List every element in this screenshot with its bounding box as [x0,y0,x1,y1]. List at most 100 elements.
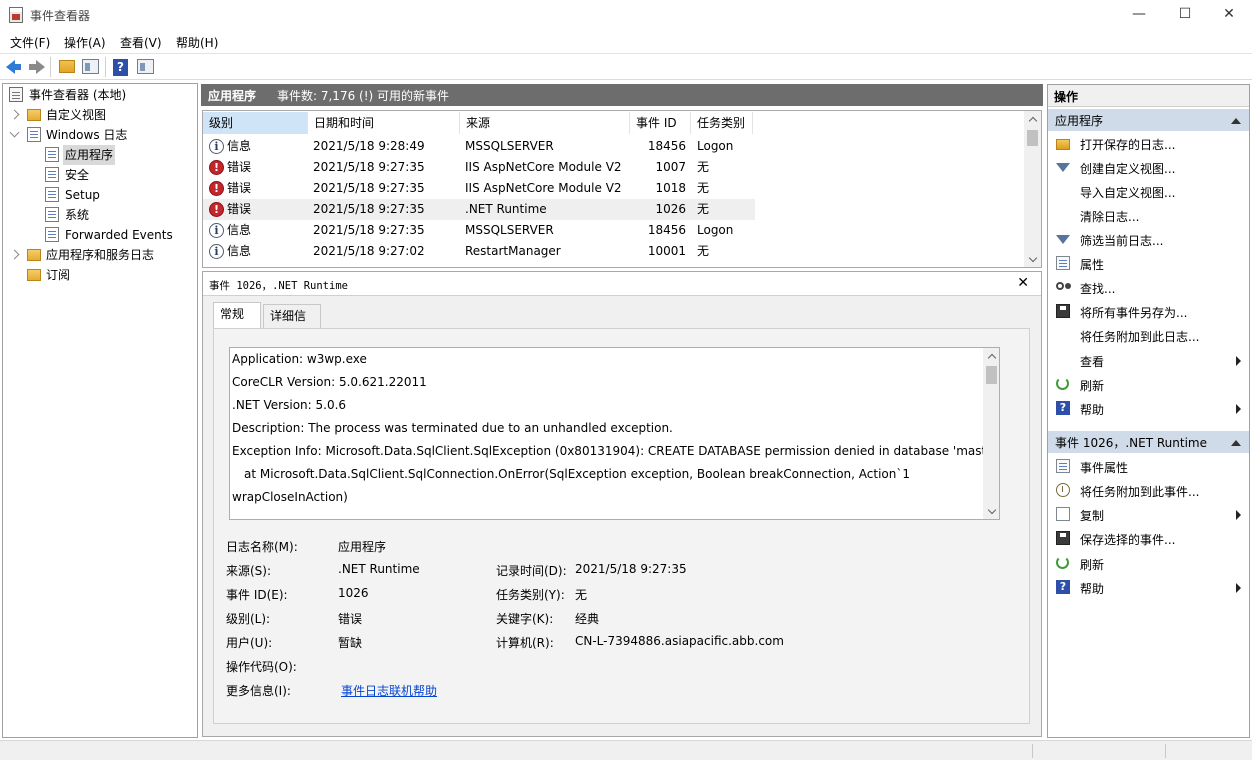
action-label: 清除日志... [1080,210,1140,224]
up-folder-icon[interactable] [59,60,75,73]
action-help[interactable]: ? 帮助 [1048,397,1249,421]
column-header-date[interactable]: 日期和时间 [308,112,460,134]
event-list-scrollbar[interactable] [1024,111,1041,267]
column-header-event-id[interactable]: 事件 ID [630,112,691,134]
tab-general[interactable]: 常规 [213,302,261,329]
action-attach-task-to-log[interactable]: 将任务附加到此日志... [1048,324,1249,348]
action-refresh[interactable]: 刷新 [1048,373,1249,397]
action-open-saved-log[interactable]: 打开保存的日志... [1048,132,1249,156]
section-label: 应用程序 [1055,114,1104,128]
action-clear-log[interactable]: 清除日志... [1048,204,1249,228]
show-hide-action-pane-icon[interactable] [137,59,154,74]
action-refresh[interactable]: 刷新 [1048,552,1249,576]
actions-section-application[interactable]: 应用程序 [1048,109,1249,131]
log-icon [45,187,59,202]
action-label: 查看 [1080,355,1105,369]
status-divider [1165,744,1166,758]
action-save-selected-events[interactable]: 保存选择的事件... [1048,527,1249,551]
back-arrow-icon[interactable] [4,57,24,77]
scroll-down-icon[interactable] [987,505,997,515]
tree-node-root[interactable]: 事件查看器 (本地) [7,85,187,105]
action-label: 将任务附加到此日志... [1080,330,1200,344]
collapse-section-icon[interactable] [1231,440,1241,446]
table-row[interactable]: i 信息 2021/5/18 9:28:49 MSSQLSERVER 18456 Logo… [203,136,755,157]
scroll-thumb[interactable] [1027,130,1038,146]
tree-node-system[interactable]: 系统 [41,205,191,225]
actions-section-event[interactable]: 事件 1026，.NET Runtime [1048,431,1249,453]
scroll-up-icon[interactable] [1028,116,1038,126]
action-create-custom-view[interactable]: 创建自定义视图... [1048,156,1249,180]
log-name-value: 应用程序 [338,540,387,554]
tree-node-forwarded-events[interactable]: Forwarded Events [41,225,191,245]
table-row[interactable]: ! 错误 2021/5/18 9:27:35 .NET Runtime 1026 无 [203,199,755,220]
action-label: 将任务附加到此事件... [1080,485,1200,499]
close-window-button[interactable]: ✕ [1206,0,1252,30]
log-name: 应用程序 [208,89,257,103]
tree-node-subscriptions[interactable]: 订阅 [25,265,175,285]
tree-node-windows-logs[interactable]: Windows 日志 [9,125,191,145]
expand-chevron-icon[interactable] [9,109,20,120]
column-header-task-category[interactable]: 任务类别 [691,112,753,134]
menu-view[interactable]: 查看(V) [120,34,162,51]
action-find[interactable]: 查找... [1048,276,1249,300]
keywords-label: 关键字(K): [496,612,554,626]
general-tab-body: Application: w3wp.exe CoreCLR Version: 5… [213,328,1030,724]
log-header-bar: 应用程序 事件数: 7,176 (!) 可用的新事件 [201,84,1043,106]
table-row[interactable]: i 信息 2021/5/18 9:27:35 MSSQLSERVER 18456 Logo… [203,220,755,241]
action-import-custom-view[interactable]: 导入自定义视图... [1048,180,1249,204]
action-label: 保存选择的事件... [1080,533,1176,547]
action-attach-task-to-event[interactable]: 将任务附加到此事件... [1048,479,1249,503]
scroll-down-icon[interactable] [1028,253,1038,263]
description-line: Description: The process was terminated … [232,421,673,435]
menu-bar: 文件(F) 操作(A) 查看(V) 帮助(H) [0,30,1252,52]
collapse-section-icon[interactable] [1231,118,1241,124]
expand-chevron-icon[interactable] [9,249,20,260]
action-view[interactable]: 查看 [1048,349,1249,373]
scroll-up-icon[interactable] [987,353,997,363]
column-header-source[interactable]: 来源 [460,112,630,134]
tab-details[interactable]: 详细信息 [263,304,321,345]
close-detail-button[interactable]: ✕ [1017,275,1029,291]
event-description-box[interactable]: Application: w3wp.exe CoreCLR Version: 5… [229,347,1000,520]
action-copy[interactable]: 复制 [1048,503,1249,527]
minimize-button[interactable]: — [1116,0,1162,30]
log-name-label: 日志名称(M): [226,540,298,554]
help-icon[interactable]: ? [113,59,128,76]
table-row[interactable]: i 信息 2021/5/18 9:27:02 RestartManager 10001 无 [203,241,755,262]
online-help-link[interactable]: 事件日志联机帮助 [341,682,437,699]
table-row[interactable]: ! 错误 2021/5/18 9:27:35 IIS AspNetCore Modul… [203,157,755,178]
forward-arrow-icon[interactable] [26,57,46,77]
scroll-thumb[interactable] [986,366,997,384]
tree-node-apps-services[interactable]: 应用程序和服务日志 [9,245,196,265]
action-filter-current-log[interactable]: 筛选当前日志... [1048,228,1249,252]
show-hide-tree-icon[interactable] [82,59,99,74]
column-header-level[interactable]: 级别 [203,112,308,134]
actions-title: 操作 [1048,85,1249,107]
cell-task-category: 无 [697,244,710,258]
action-label: 刷新 [1080,379,1105,393]
tree-node-security[interactable]: 安全 [41,165,191,185]
action-help[interactable]: ? 帮助 [1048,576,1249,600]
help-icon: ? [1056,401,1070,415]
actions-pane: 操作 应用程序 打开保存的日志... 创建自定义视图... 导入自定义视图... 清除… [1047,84,1250,738]
tree-node-application[interactable]: 应用程序 [41,145,191,165]
cell-date: 2021/5/18 9:27:35 [313,160,425,174]
event-detail-title: 事件 1026，.NET Runtime [209,280,348,292]
action-event-properties[interactable]: 事件属性 [1048,455,1249,479]
action-save-all-events[interactable]: 将所有事件另存为... [1048,300,1249,324]
maximize-button[interactable]: ☐ [1162,0,1208,30]
collapse-chevron-icon[interactable] [9,127,20,138]
cell-date: 2021/5/18 9:27:35 [313,223,425,237]
description-scrollbar[interactable] [983,348,999,519]
tree-node-setup[interactable]: Setup [41,185,191,205]
table-row[interactable]: ! 错误 2021/5/18 9:27:35 IIS AspNetCore Modul… [203,178,755,199]
cell-task-category: 无 [697,202,710,216]
menu-file[interactable]: 文件(F) [10,34,50,51]
error-icon: ! [209,202,224,217]
folder-icon [27,249,41,261]
menu-action[interactable]: 操作(A) [64,34,106,51]
action-properties[interactable]: 属性 [1048,252,1249,276]
menu-help[interactable]: 帮助(H) [176,34,218,51]
toolbar-separator [105,57,106,77]
tree-node-custom-views[interactable]: 自定义视图 [9,105,191,125]
